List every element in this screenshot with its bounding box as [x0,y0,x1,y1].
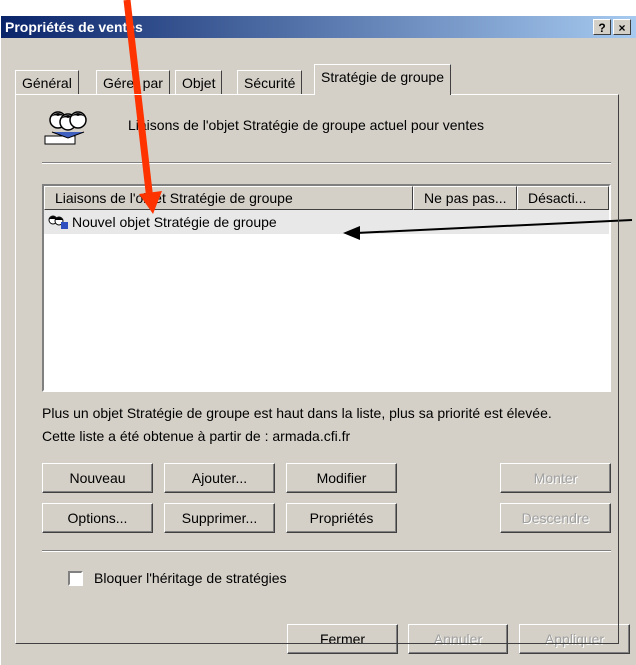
tab-objet[interactable]: Objet [175,70,223,94]
tab-securite[interactable]: Sécurité [237,70,303,94]
tab-strategie-de-groupe[interactable]: Stratégie de groupe [314,64,451,95]
tab-panel [15,94,619,644]
tab-general[interactable]: Général [15,70,79,94]
title-bar[interactable]: Propriétés de ventes ? × [1,16,636,38]
window-title: Propriétés de ventes [5,19,143,35]
help-button[interactable]: ? [593,19,611,35]
close-button[interactable]: × [613,19,631,35]
properties-window: Propriétés de ventes ? × Général Gérer p… [0,16,636,665]
tab-gerer-par[interactable]: Gérer par [96,70,170,94]
